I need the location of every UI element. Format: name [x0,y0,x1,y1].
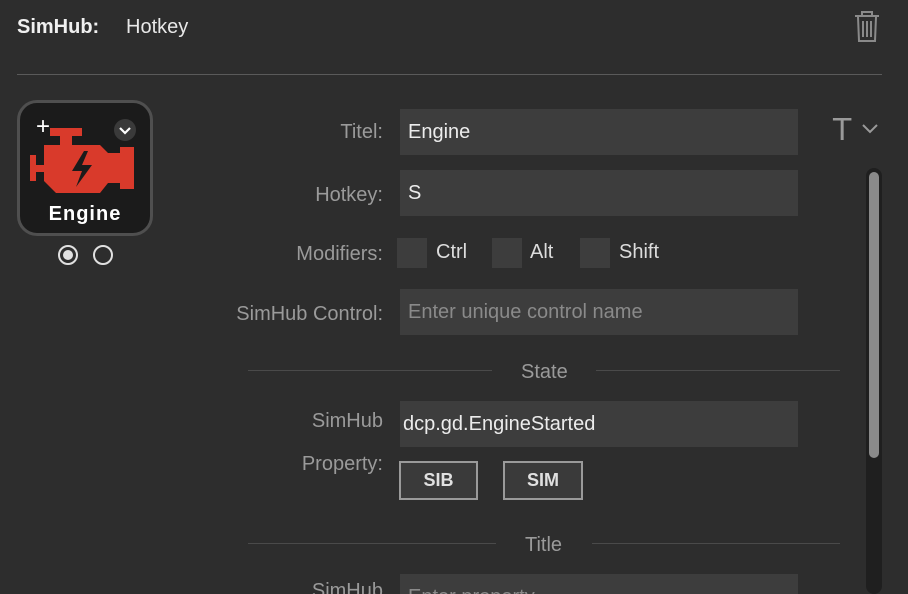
alt-checkbox[interactable] [492,238,522,268]
simhub-control-label: SimHub Control: [236,303,383,325]
hotkey-label: Hotkey: [315,184,383,206]
state-radio-1[interactable] [58,245,78,265]
modifiers-label: Modifiers: [296,243,383,265]
title-divider-right [592,543,840,544]
header-divider [17,74,882,75]
simhub-control-input[interactable] [400,289,798,335]
hotkey-input[interactable]: S [400,170,798,216]
key-preview[interactable]: + Engine [17,100,153,236]
title-label: Titel: [340,121,383,143]
chevron-down-icon[interactable] [860,122,880,136]
scrollbar-thumb[interactable] [869,172,879,458]
chevron-down-icon[interactable] [114,119,136,141]
shift-checkbox[interactable] [580,238,610,268]
sib-button[interactable]: SIB [399,461,478,500]
title-property-label-line1: SimHub [311,580,383,594]
state-property-input[interactable]: dcp.gd.EngineStarted [400,401,798,447]
state-divider-left [248,370,492,371]
text-format-icon[interactable]: T [833,113,851,148]
title-section-title: Title [525,534,563,556]
state-section-title: State [521,361,568,383]
ctrl-label: Ctrl [436,241,468,263]
alt-label: Alt [530,241,554,263]
add-icon[interactable]: + [36,115,50,139]
shift-label: Shift [619,241,660,263]
sim-button[interactable]: SIM [503,461,583,500]
state-divider-right [596,370,840,371]
action-name: Hotkey [126,16,189,38]
plugin-name: SimHub: [17,16,100,38]
title-input[interactable]: Engine [400,109,798,155]
title-divider-left [248,543,496,544]
property-inspector: SimHub: Hotkey + Engine Titel: Engine T … [0,0,908,594]
ctrl-checkbox[interactable] [397,238,427,268]
state-property-label-line1: SimHub [311,410,383,432]
key-title: Engine [48,203,122,225]
state-radio-2[interactable] [93,245,113,265]
trash-icon[interactable] [852,10,882,44]
title-property-input[interactable] [400,574,798,594]
state-property-label-line2: Property: [301,453,383,475]
